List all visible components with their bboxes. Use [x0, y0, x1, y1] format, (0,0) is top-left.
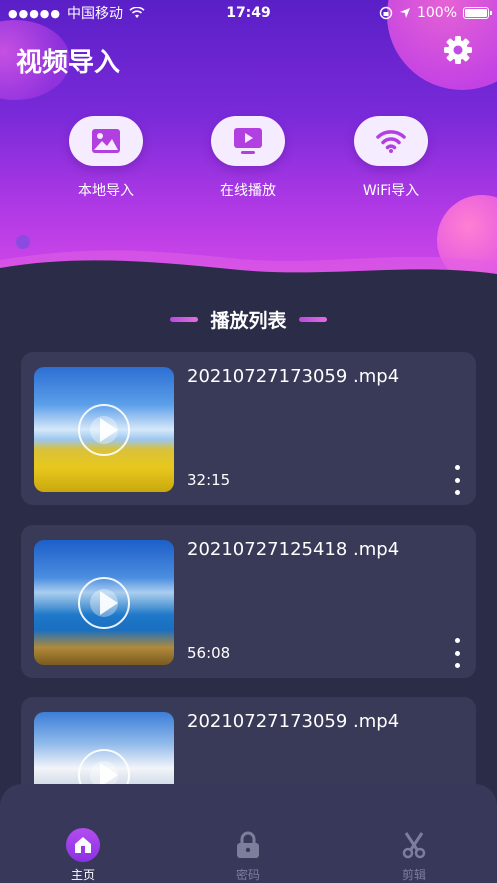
tab-label: 密码 [235, 868, 260, 882]
play-screen-icon [234, 128, 262, 154]
bottom-tab-bar: 主页 密码 剪辑 [0, 784, 497, 883]
video-filename: 20210727125418 .mp4 [187, 539, 400, 560]
play-icon[interactable] [78, 404, 130, 456]
video-filename: 20210727173059 .mp4 [187, 366, 400, 387]
status-bar: ●●●●● 中国移动 17:49 100% [0, 0, 497, 26]
more-options-icon[interactable] [451, 465, 463, 495]
section-decor-bar [170, 317, 199, 322]
video-filename: 20210727173059 .mp4 [187, 711, 400, 732]
quick-action-label: WiFi导入 [362, 183, 420, 199]
image-icon [92, 129, 120, 153]
video-card[interactable]: 20210727125418 .mp4 56:08 [21, 525, 476, 678]
online-play-button[interactable] [211, 116, 285, 166]
battery-icon [463, 7, 492, 19]
section-title-text: 播放列表 [210, 310, 287, 332]
video-card[interactable]: 20210727173059 .mp4 32:15 [21, 352, 476, 505]
wifi-icon [376, 130, 406, 153]
wifi-status-icon [129, 7, 145, 18]
tab-home[interactable]: 主页 [43, 828, 123, 883]
location-icon [399, 8, 410, 18]
video-thumbnail[interactable] [34, 540, 174, 665]
video-duration: 32:15 [187, 471, 231, 489]
page-title: 视频导入 [16, 48, 121, 78]
home-icon [66, 828, 100, 862]
quick-action-label: 在线播放 [220, 183, 276, 199]
section-decor-bar [298, 317, 327, 322]
section-title: 播放列表 [0, 306, 497, 333]
quick-action-online-play[interactable]: 在线播放 [178, 116, 318, 200]
gear-icon [444, 36, 472, 64]
tab-password[interactable]: 密码 [208, 828, 288, 883]
header-wave [0, 250, 497, 290]
tab-edit[interactable]: 剪辑 [374, 828, 454, 883]
lock-icon [231, 828, 265, 862]
video-duration: 56:08 [187, 644, 231, 662]
scissors-icon [397, 828, 431, 862]
quick-action-local-import[interactable]: 本地导入 [36, 116, 176, 200]
wifi-import-button[interactable] [354, 116, 428, 166]
play-icon[interactable] [78, 577, 130, 629]
quick-action-label: 本地导入 [78, 183, 134, 199]
settings-button[interactable] [438, 30, 478, 70]
quick-action-wifi-import[interactable]: WiFi导入 [321, 116, 461, 200]
local-import-button[interactable] [69, 116, 143, 166]
tab-label: 主页 [70, 868, 95, 882]
tab-label: 剪辑 [401, 868, 426, 882]
battery-percent: 100% [416, 5, 457, 21]
carrier-label: 中国移动 [67, 6, 123, 22]
video-thumbnail[interactable] [34, 367, 174, 492]
signal-icon: ●●●●● [8, 6, 61, 20]
rotation-lock-icon [379, 6, 393, 20]
more-options-icon[interactable] [451, 638, 463, 668]
